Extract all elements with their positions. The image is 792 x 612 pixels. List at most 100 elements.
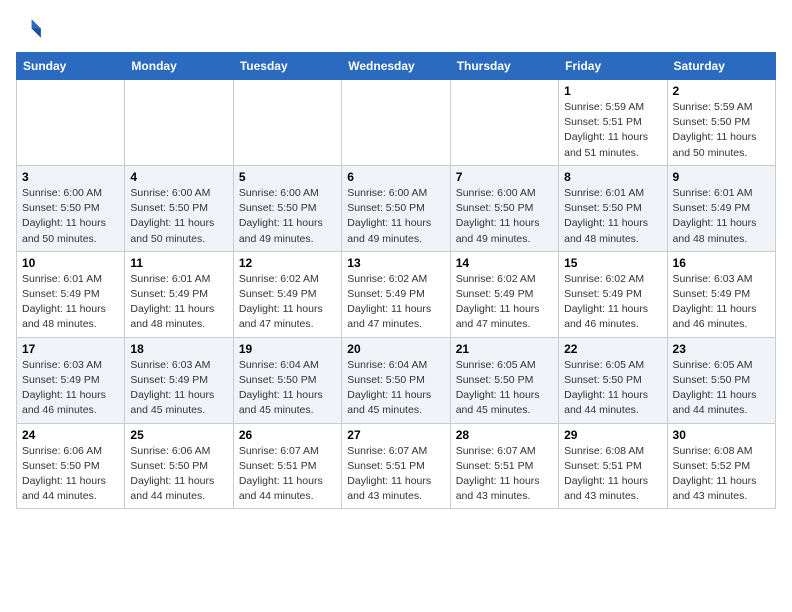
- day-info: Sunrise: 6:01 AM Sunset: 5:50 PM Dayligh…: [564, 186, 661, 247]
- day-info: Sunrise: 6:01 AM Sunset: 5:49 PM Dayligh…: [22, 272, 119, 333]
- weekday-header-tuesday: Tuesday: [233, 53, 341, 80]
- day-info: Sunrise: 6:03 AM Sunset: 5:49 PM Dayligh…: [130, 358, 227, 419]
- day-info: Sunrise: 5:59 AM Sunset: 5:51 PM Dayligh…: [564, 100, 661, 161]
- calendar-cell: 22 Sunrise: 6:05 AM Sunset: 5:50 PM Dayli…: [559, 337, 667, 423]
- day-info: Sunrise: 6:00 AM Sunset: 5:50 PM Dayligh…: [239, 186, 336, 247]
- day-number: 4: [130, 170, 227, 184]
- day-info: Sunrise: 6:03 AM Sunset: 5:49 PM Dayligh…: [673, 272, 770, 333]
- weekday-header-wednesday: Wednesday: [342, 53, 450, 80]
- day-number: 9: [673, 170, 770, 184]
- day-number: 12: [239, 256, 336, 270]
- calendar-cell: 23Sunrise: 6:05 AM Sunset: 5:50 PM Dayli…: [667, 337, 775, 423]
- day-number: 16: [673, 256, 770, 270]
- calendar-cell: 20Sunrise: 6:04 AM Sunset: 5:50 PM Dayli…: [342, 337, 450, 423]
- calendar-cell: [342, 80, 450, 166]
- calendar-cell: 9 Sunrise: 6:01 AM Sunset: 5:49 PM Daylig…: [667, 165, 775, 251]
- day-info: Sunrise: 6:05 AM Sunset: 5:50 PM Dayligh…: [564, 358, 661, 419]
- day-number: 20: [347, 342, 444, 356]
- day-number: 24: [22, 428, 119, 442]
- calendar-cell: 27Sunrise: 6:07 AM Sunset: 5:51 PM Dayli…: [342, 423, 450, 509]
- logo-icon: [16, 16, 44, 44]
- day-info: Sunrise: 6:05 AM Sunset: 5:50 PM Dayligh…: [673, 358, 770, 419]
- day-info: Sunrise: 6:07 AM Sunset: 5:51 PM Dayligh…: [456, 444, 553, 505]
- calendar-cell: 26 Sunrise: 6:07 AM Sunset: 5:51 PM Dayli…: [233, 423, 341, 509]
- page-header: [16, 16, 776, 44]
- day-info: Sunrise: 6:02 AM Sunset: 5:49 PM Dayligh…: [239, 272, 336, 333]
- day-info: Sunrise: 6:05 AM Sunset: 5:50 PM Dayligh…: [456, 358, 553, 419]
- calendar-cell: 14 Sunrise: 6:02 AM Sunset: 5:49 PM Dayli…: [450, 251, 558, 337]
- calendar-cell: 15 Sunrise: 6:02 AM Sunset: 5:49 PM Dayli…: [559, 251, 667, 337]
- day-info: Sunrise: 6:02 AM Sunset: 5:49 PM Dayligh…: [564, 272, 661, 333]
- day-info: Sunrise: 6:01 AM Sunset: 5:49 PM Dayligh…: [673, 186, 770, 247]
- calendar-cell: 8Sunrise: 6:01 AM Sunset: 5:50 PM Daylig…: [559, 165, 667, 251]
- calendar-cell: 11 Sunrise: 6:01 AM Sunset: 5:49 PM Dayli…: [125, 251, 233, 337]
- day-number: 1: [564, 84, 661, 98]
- calendar-cell: 29Sunrise: 6:08 AM Sunset: 5:51 PM Dayli…: [559, 423, 667, 509]
- weekday-header-saturday: Saturday: [667, 53, 775, 80]
- day-info: Sunrise: 6:00 AM Sunset: 5:50 PM Dayligh…: [456, 186, 553, 247]
- week-row-3: 10 Sunrise: 6:01 AM Sunset: 5:49 PM Dayli…: [17, 251, 776, 337]
- week-row-4: 17 Sunrise: 6:03 AM Sunset: 5:49 PM Dayli…: [17, 337, 776, 423]
- day-number: 30: [673, 428, 770, 442]
- calendar-cell: [125, 80, 233, 166]
- week-row-5: 24 Sunrise: 6:06 AM Sunset: 5:50 PM Dayli…: [17, 423, 776, 509]
- day-info: Sunrise: 6:04 AM Sunset: 5:50 PM Dayligh…: [239, 358, 336, 419]
- weekday-header-sunday: Sunday: [17, 53, 125, 80]
- day-info: Sunrise: 5:59 AM Sunset: 5:50 PM Dayligh…: [673, 100, 770, 161]
- day-number: 25: [130, 428, 227, 442]
- day-info: Sunrise: 6:03 AM Sunset: 5:49 PM Dayligh…: [22, 358, 119, 419]
- calendar-cell: [17, 80, 125, 166]
- day-number: 6: [347, 170, 444, 184]
- day-number: 15: [564, 256, 661, 270]
- weekday-header-friday: Friday: [559, 53, 667, 80]
- calendar-cell: 18 Sunrise: 6:03 AM Sunset: 5:49 PM Dayli…: [125, 337, 233, 423]
- day-number: 14: [456, 256, 553, 270]
- day-number: 17: [22, 342, 119, 356]
- day-number: 13: [347, 256, 444, 270]
- weekday-header-row: SundayMondayTuesdayWednesdayThursdayFrid…: [17, 53, 776, 80]
- day-number: 2: [673, 84, 770, 98]
- day-info: Sunrise: 6:01 AM Sunset: 5:49 PM Dayligh…: [130, 272, 227, 333]
- calendar-cell: 28 Sunrise: 6:07 AM Sunset: 5:51 PM Dayli…: [450, 423, 558, 509]
- calendar-cell: 7Sunrise: 6:00 AM Sunset: 5:50 PM Daylig…: [450, 165, 558, 251]
- day-info: Sunrise: 6:00 AM Sunset: 5:50 PM Dayligh…: [347, 186, 444, 247]
- day-info: Sunrise: 6:02 AM Sunset: 5:49 PM Dayligh…: [347, 272, 444, 333]
- weekday-header-thursday: Thursday: [450, 53, 558, 80]
- calendar-cell: 2 Sunrise: 5:59 AM Sunset: 5:50 PM Daylig…: [667, 80, 775, 166]
- day-info: Sunrise: 6:02 AM Sunset: 5:49 PM Dayligh…: [456, 272, 553, 333]
- calendar-cell: 1 Sunrise: 5:59 AM Sunset: 5:51 PM Daylig…: [559, 80, 667, 166]
- day-number: 10: [22, 256, 119, 270]
- day-number: 11: [130, 256, 227, 270]
- calendar-cell: 19 Sunrise: 6:04 AM Sunset: 5:50 PM Dayli…: [233, 337, 341, 423]
- day-number: 29: [564, 428, 661, 442]
- weekday-header-monday: Monday: [125, 53, 233, 80]
- calendar-cell: 4 Sunrise: 6:00 AM Sunset: 5:50 PM Daylig…: [125, 165, 233, 251]
- week-row-1: 1 Sunrise: 5:59 AM Sunset: 5:51 PM Daylig…: [17, 80, 776, 166]
- calendar-cell: 3 Sunrise: 6:00 AM Sunset: 5:50 PM Daylig…: [17, 165, 125, 251]
- day-info: Sunrise: 6:06 AM Sunset: 5:50 PM Dayligh…: [130, 444, 227, 505]
- day-number: 28: [456, 428, 553, 442]
- calendar-cell: 13 Sunrise: 6:02 AM Sunset: 5:49 PM Dayli…: [342, 251, 450, 337]
- calendar-cell: 24 Sunrise: 6:06 AM Sunset: 5:50 PM Dayli…: [17, 423, 125, 509]
- calendar-table: SundayMondayTuesdayWednesdayThursdayFrid…: [16, 52, 776, 509]
- day-info: Sunrise: 6:00 AM Sunset: 5:50 PM Dayligh…: [22, 186, 119, 247]
- day-info: Sunrise: 6:06 AM Sunset: 5:50 PM Dayligh…: [22, 444, 119, 505]
- calendar-cell: 16 Sunrise: 6:03 AM Sunset: 5:49 PM Dayli…: [667, 251, 775, 337]
- logo: [16, 16, 48, 44]
- calendar-cell: [233, 80, 341, 166]
- day-number: 18: [130, 342, 227, 356]
- day-number: 3: [22, 170, 119, 184]
- day-number: 21: [456, 342, 553, 356]
- day-number: 26: [239, 428, 336, 442]
- calendar-cell: 6 Sunrise: 6:00 AM Sunset: 5:50 PM Daylig…: [342, 165, 450, 251]
- day-info: Sunrise: 6:00 AM Sunset: 5:50 PM Dayligh…: [130, 186, 227, 247]
- calendar-cell: 12 Sunrise: 6:02 AM Sunset: 5:49 PM Dayli…: [233, 251, 341, 337]
- calendar-cell: 10 Sunrise: 6:01 AM Sunset: 5:49 PM Dayli…: [17, 251, 125, 337]
- day-number: 27: [347, 428, 444, 442]
- day-info: Sunrise: 6:07 AM Sunset: 5:51 PM Dayligh…: [239, 444, 336, 505]
- day-number: 22: [564, 342, 661, 356]
- day-number: 19: [239, 342, 336, 356]
- calendar-cell: 21 Sunrise: 6:05 AM Sunset: 5:50 PM Dayli…: [450, 337, 558, 423]
- calendar-cell: 30Sunrise: 6:08 AM Sunset: 5:52 PM Dayli…: [667, 423, 775, 509]
- calendar-cell: 5Sunrise: 6:00 AM Sunset: 5:50 PM Daylig…: [233, 165, 341, 251]
